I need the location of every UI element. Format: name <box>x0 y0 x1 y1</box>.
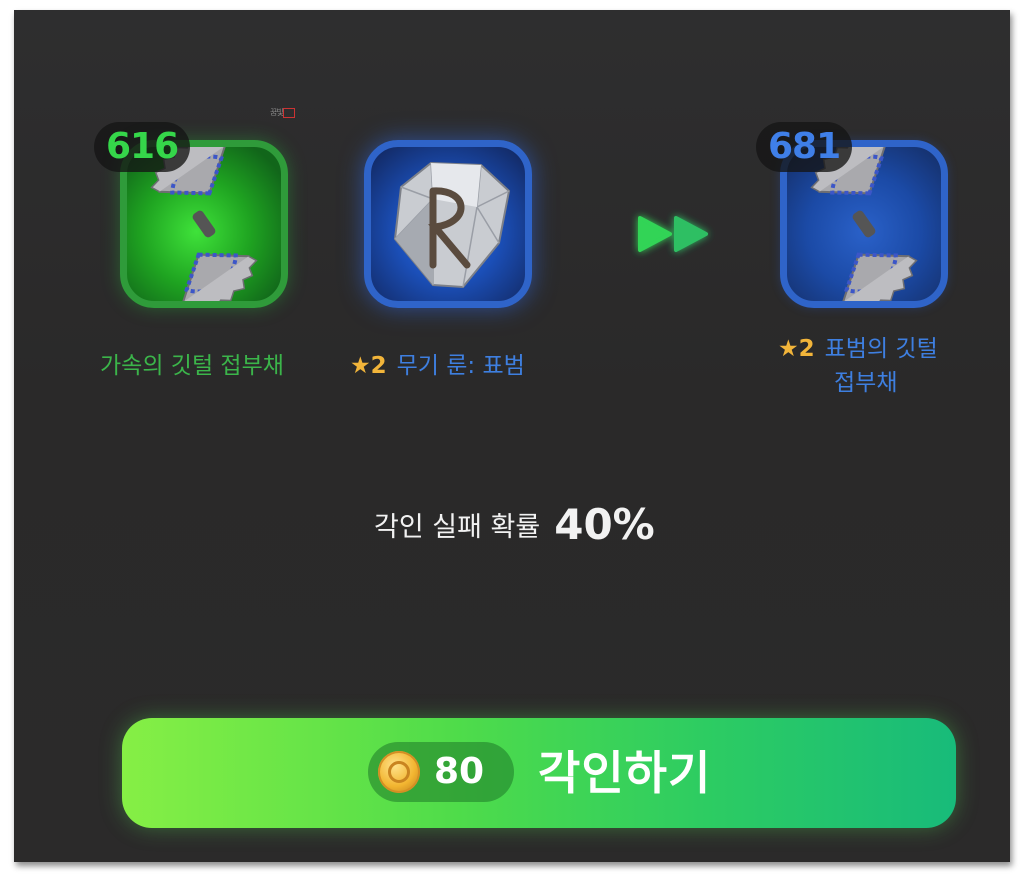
result-star-rating: ★2 <box>778 336 815 362</box>
cost-amount: 80 <box>434 751 485 792</box>
failure-probability: 각인 실패 확률 40% <box>374 500 694 560</box>
result-item-name-line2: 접부채 <box>834 370 898 396</box>
result-item-name-line1: 표범의 깃털 <box>824 336 938 362</box>
engrave-button-label: 각인하기 <box>538 746 712 800</box>
failure-probability-label: 각인 실패 확률 <box>374 512 541 543</box>
rune-star-rating: ★2 <box>350 353 387 379</box>
rune-item-slot[interactable] <box>364 140 532 308</box>
rune-stone-icon <box>393 161 511 289</box>
engrave-button[interactable]: 80 각인하기 <box>122 718 956 828</box>
rune-item-name: 무기 룬: 표범 <box>396 353 525 379</box>
rune-item-label: ★2 무기 룬: 표범 <box>350 350 525 382</box>
failure-probability-value: 40% <box>554 500 655 549</box>
result-item-level-badge: 681 <box>756 122 853 172</box>
source-item-level-badge: 616 <box>94 122 191 172</box>
gold-coin-icon <box>378 751 420 793</box>
cost-pill: 80 <box>368 742 514 802</box>
engrave-panel: 꿈빛 616 681 가속의 깃털 접부채 ★2 무기 룬: 표범 ★2 표범의… <box>14 10 1010 862</box>
small-watermark: 꿈빛 <box>270 106 300 120</box>
double-arrow-right-icon <box>638 216 708 252</box>
source-item-name: 가속의 깃털 접부채 <box>100 353 284 379</box>
result-item-label: ★2 표범의 깃털 접부채 <box>778 332 938 400</box>
